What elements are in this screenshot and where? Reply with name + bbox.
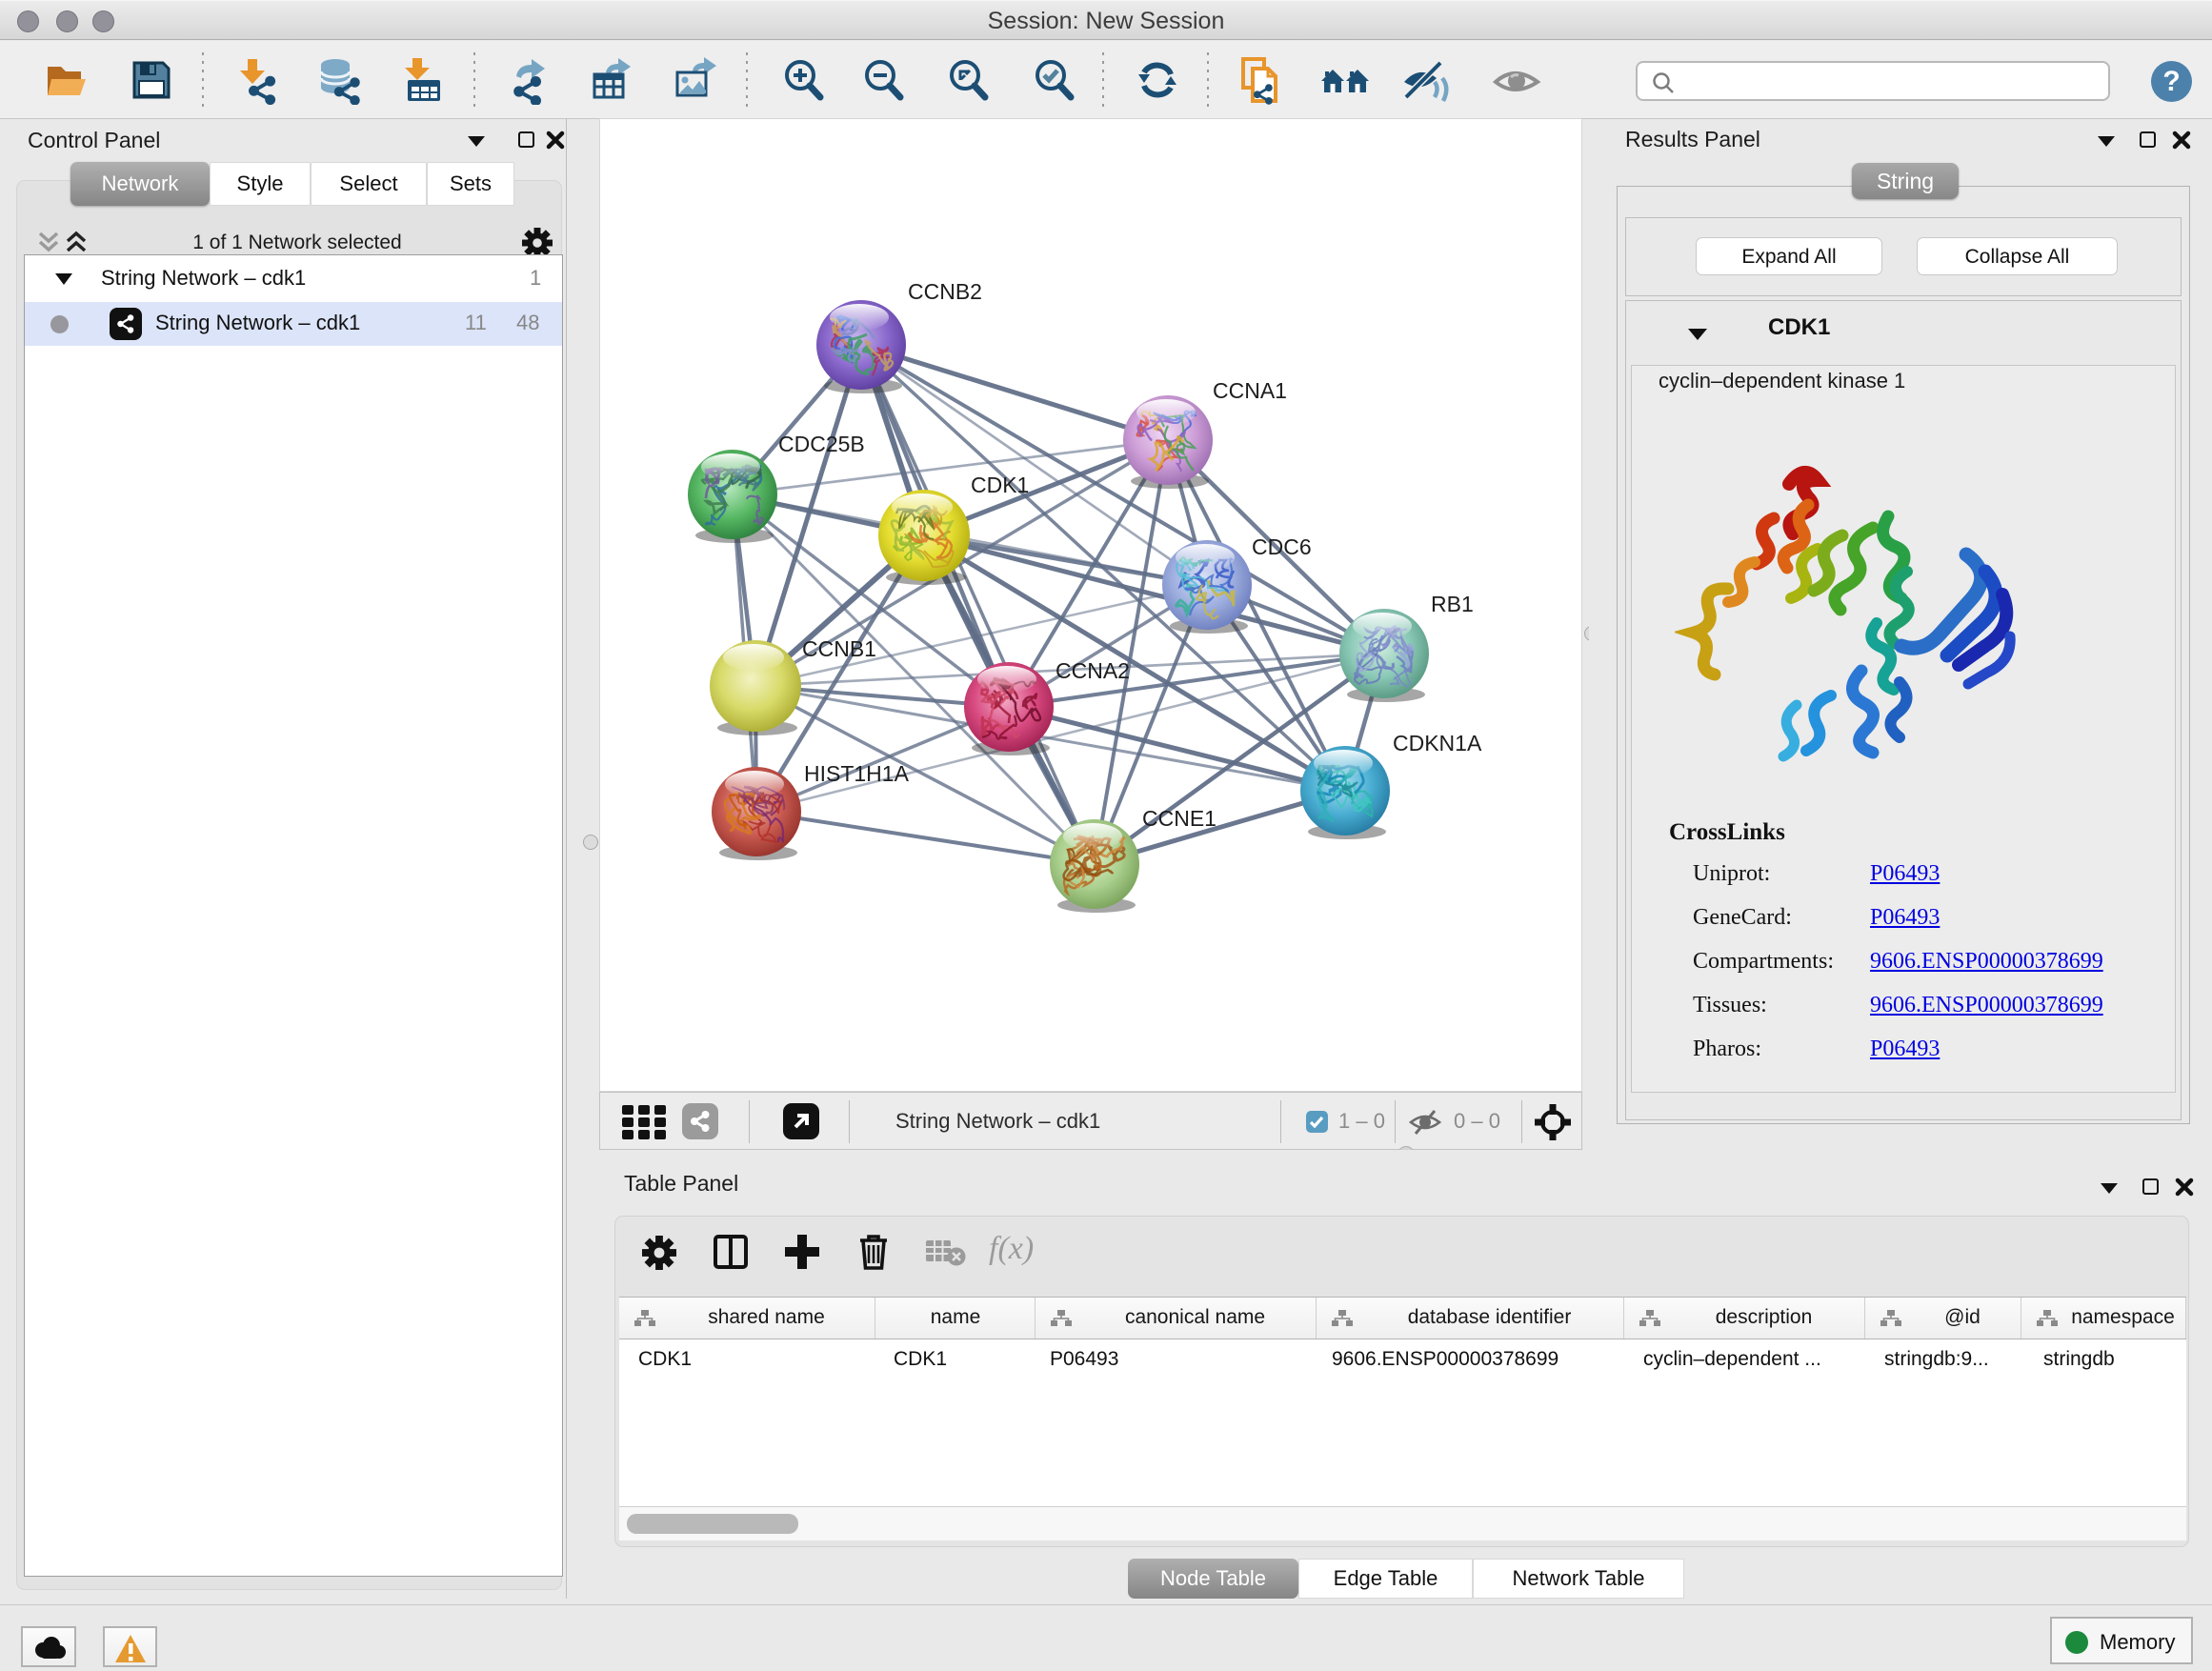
svg-text:CCNB1: CCNB1 [802, 636, 876, 661]
svg-text:CCNA1: CCNA1 [1213, 378, 1287, 403]
svg-text:CCNE1: CCNE1 [1142, 806, 1217, 831]
svg-text:CDC25B: CDC25B [778, 432, 865, 456]
svg-text:CDC6: CDC6 [1252, 534, 1312, 559]
svg-text:CCNA2: CCNA2 [1056, 658, 1130, 683]
svg-text:CDK1: CDK1 [971, 473, 1029, 497]
svg-text:CCNB2: CCNB2 [908, 279, 982, 304]
svg-text:HIST1H1A: HIST1H1A [804, 761, 910, 786]
svg-text:CDKN1A: CDKN1A [1393, 731, 1482, 755]
svg-text:RB1: RB1 [1431, 592, 1474, 616]
